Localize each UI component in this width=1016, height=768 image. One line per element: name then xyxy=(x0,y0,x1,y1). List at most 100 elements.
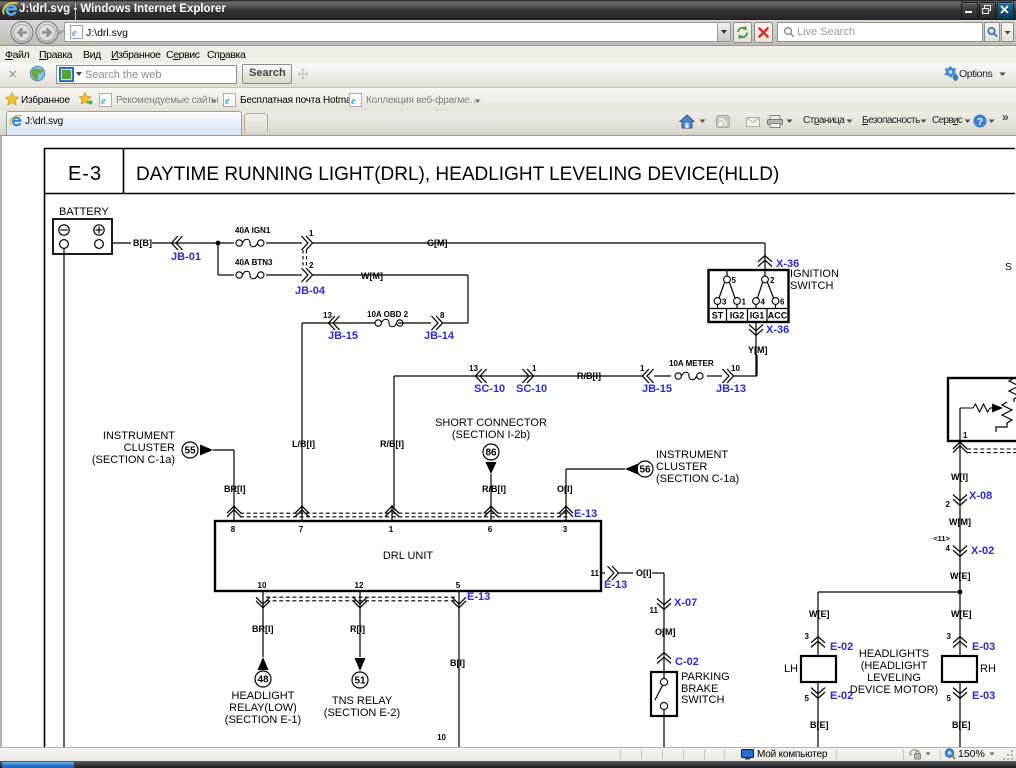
svg-text:B[E]: B[E] xyxy=(952,720,971,730)
svg-text:40A IGN1: 40A IGN1 xyxy=(235,226,271,235)
svg-text:(SECTION E-1): (SECTION E-1) xyxy=(225,714,301,726)
svg-text:IGNITION: IGNITION xyxy=(790,268,839,280)
svg-text:BR[I]: BR[I] xyxy=(224,484,246,494)
svg-text:1: 1 xyxy=(963,431,968,440)
svg-text:4: 4 xyxy=(946,544,951,553)
svg-text:e: e xyxy=(101,95,106,107)
svg-text:56: 56 xyxy=(639,465,651,476)
svg-text:1: 1 xyxy=(389,525,394,534)
svg-text:SC-10: SC-10 xyxy=(516,383,547,395)
svg-text:5: 5 xyxy=(456,581,461,590)
svg-text:7: 7 xyxy=(299,525,304,534)
svg-text:JB-15: JB-15 xyxy=(328,330,358,342)
svg-text:X-02: X-02 xyxy=(971,545,994,557)
svg-text:W[E]: W[E] xyxy=(951,609,972,619)
svg-text:(SECTION C-1a): (SECTION C-1a) xyxy=(656,473,739,485)
svg-text:W[E]: W[E] xyxy=(809,609,830,619)
svg-text:HEADLIGHT: HEADLIGHT xyxy=(232,690,295,702)
svg-text:11: 11 xyxy=(591,569,600,578)
svg-text:8: 8 xyxy=(440,311,445,320)
svg-text:W[M]: W[M] xyxy=(361,271,383,281)
svg-text:HEADLIGHTS: HEADLIGHTS xyxy=(859,648,929,660)
svg-text:E-13: E-13 xyxy=(604,579,627,591)
svg-text:55: 55 xyxy=(184,446,196,457)
svg-text:DRL UNIT: DRL UNIT xyxy=(383,550,434,562)
svg-text:O[I]: O[I] xyxy=(636,568,652,578)
svg-text:2: 2 xyxy=(309,261,314,270)
svg-text:E-03: E-03 xyxy=(972,641,995,653)
svg-text:SHORT CONNECTOR: SHORT CONNECTOR xyxy=(435,417,547,429)
svg-text:LEVELING: LEVELING xyxy=(867,672,921,684)
svg-text:W[M]: W[M] xyxy=(949,517,971,527)
svg-text:10A OBD 2: 10A OBD 2 xyxy=(367,310,409,319)
svg-text:5: 5 xyxy=(732,276,737,285)
svg-text:48: 48 xyxy=(257,675,269,686)
svg-text:C-02: C-02 xyxy=(675,656,699,668)
svg-text:13: 13 xyxy=(323,311,332,320)
svg-text:DAYTIME RUNNING LIGHT(DRL), HE: DAYTIME RUNNING LIGHT(DRL), HEADLIGHT LE… xyxy=(136,164,779,185)
svg-text:O[M]: O[M] xyxy=(655,627,676,637)
svg-text:IG2: IG2 xyxy=(730,311,745,321)
svg-text:O[I]: O[I] xyxy=(557,484,573,494)
svg-text:ACC: ACC xyxy=(768,311,788,321)
svg-text:5: 5 xyxy=(947,694,952,703)
svg-text:(HEADLIGHT: (HEADLIGHT xyxy=(861,660,928,672)
svg-text:TNS RELAY: TNS RELAY xyxy=(332,695,393,707)
svg-text:86: 86 xyxy=(485,448,497,459)
svg-text:1: 1 xyxy=(309,229,314,238)
svg-text:8: 8 xyxy=(231,525,236,534)
svg-text:3: 3 xyxy=(947,632,952,641)
svg-text:E-03: E-03 xyxy=(972,690,995,702)
svg-text:40A BTN3: 40A BTN3 xyxy=(235,258,273,267)
svg-text:JB-15: JB-15 xyxy=(642,383,672,395)
svg-text:X-08: X-08 xyxy=(969,490,992,502)
svg-text:RH: RH xyxy=(980,663,996,675)
svg-text:E-02: E-02 xyxy=(830,641,853,653)
svg-text:R/B[I]: R/B[I] xyxy=(380,439,404,449)
svg-text:3: 3 xyxy=(805,632,810,641)
svg-text:JB-04: JB-04 xyxy=(295,285,326,297)
svg-text:1: 1 xyxy=(742,298,747,307)
svg-text:Y[M]: Y[M] xyxy=(748,345,768,355)
svg-text:10: 10 xyxy=(437,733,446,742)
svg-text:INSTRUMENT: INSTRUMENT xyxy=(656,449,728,461)
svg-text:10A METER: 10A METER xyxy=(669,359,714,368)
svg-text:SC-10: SC-10 xyxy=(474,383,505,395)
svg-text:6: 6 xyxy=(488,525,493,534)
svg-text:10: 10 xyxy=(731,364,740,373)
svg-text:E-13: E-13 xyxy=(574,508,597,520)
svg-text:W[I]: W[I] xyxy=(951,472,968,482)
svg-text:BR[I]: BR[I] xyxy=(252,624,274,634)
svg-text:B[I]: B[I] xyxy=(450,658,465,668)
svg-text:RELAY(LOW): RELAY(LOW) xyxy=(229,702,297,714)
svg-text:BATTERY: BATTERY xyxy=(59,206,109,218)
svg-text:SWITCH: SWITCH xyxy=(790,280,833,292)
svg-text:L/B[I]: L/B[I] xyxy=(292,439,315,449)
svg-text:X-07: X-07 xyxy=(674,597,697,609)
svg-text:PARKING: PARKING xyxy=(681,671,730,683)
svg-text:?: ? xyxy=(977,117,983,128)
svg-text:R/B[I]: R/B[I] xyxy=(482,484,506,494)
svg-text:2: 2 xyxy=(770,276,775,285)
svg-text:2: 2 xyxy=(946,500,951,509)
svg-text:e: e xyxy=(351,95,356,107)
svg-text:R[I]: R[I] xyxy=(350,624,365,634)
svg-text:5: 5 xyxy=(805,694,810,703)
svg-text:DEVICE MOTOR): DEVICE MOTOR) xyxy=(850,684,938,696)
svg-text:B[E]: B[E] xyxy=(810,720,829,730)
svg-text:IG1: IG1 xyxy=(750,311,765,321)
svg-text:LH: LH xyxy=(784,663,798,675)
svg-text:CLUSTER: CLUSTER xyxy=(656,461,707,473)
svg-text:1: 1 xyxy=(640,364,645,373)
svg-text:(SECTION C-1a): (SECTION C-1a) xyxy=(92,454,175,466)
svg-text:G[M]: G[M] xyxy=(427,238,448,248)
svg-text:E-13: E-13 xyxy=(467,591,490,603)
svg-text:(SECTION I-2b): (SECTION I-2b) xyxy=(452,429,530,441)
svg-text:10: 10 xyxy=(258,581,267,590)
svg-text:1: 1 xyxy=(532,364,537,373)
svg-text:3: 3 xyxy=(722,298,727,307)
svg-text:W[E]: W[E] xyxy=(950,571,971,581)
svg-text:ST: ST xyxy=(712,311,724,321)
svg-text:51: 51 xyxy=(354,676,366,687)
svg-text:<11>: <11> xyxy=(933,534,950,543)
